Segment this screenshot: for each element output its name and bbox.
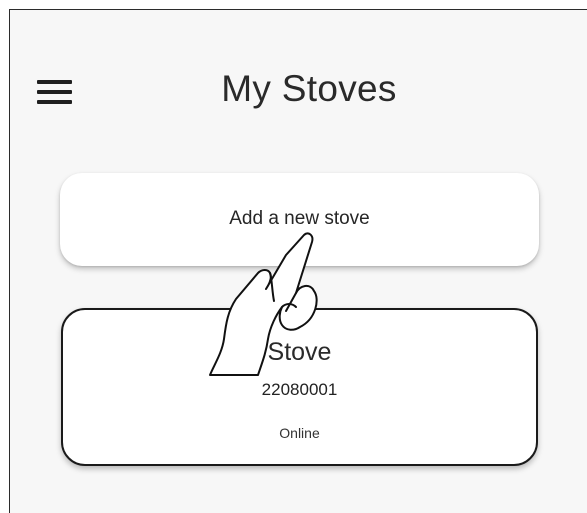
page-title: My Stoves <box>221 68 397 109</box>
add-stove-button[interactable]: Add a new stove <box>60 173 539 266</box>
stove-name: Stove <box>267 338 332 366</box>
stove-card[interactable]: Stove 22080001 Online <box>61 308 538 466</box>
app-screen: My Stoves Add a new stove Stove 22080001… <box>9 9 587 513</box>
add-stove-label: Add a new stove <box>229 208 370 229</box>
stove-status: Online <box>279 425 320 441</box>
stove-serial: 22080001 <box>261 380 338 399</box>
